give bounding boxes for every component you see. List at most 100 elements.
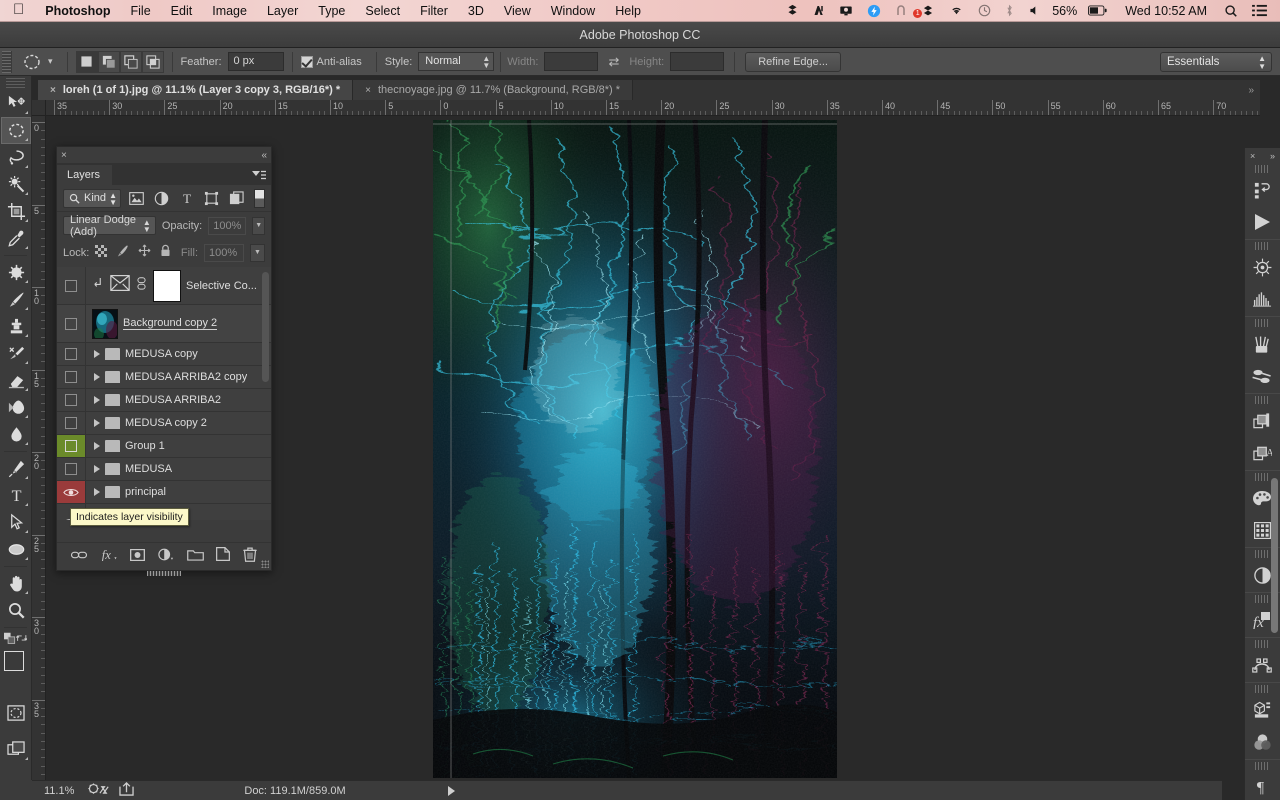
history-icon[interactable] xyxy=(1245,174,1279,206)
dock-group-grip[interactable] xyxy=(1255,165,1270,173)
new-adjustment-layer-icon[interactable] xyxy=(158,548,174,566)
menu-image[interactable]: Image xyxy=(202,0,257,22)
layer-row-selective-color[interactable]: Selective Co... xyxy=(57,267,271,305)
dock-group-grip[interactable] xyxy=(1255,762,1270,770)
character-styles-icon[interactable]: A xyxy=(1245,437,1279,469)
fill-slider-arrow[interactable]: ▼ xyxy=(250,243,265,262)
menu-file[interactable]: File xyxy=(121,0,161,22)
vpn-icon[interactable] xyxy=(888,4,914,17)
anti-alias-checkbox-group[interactable]: Anti-alias xyxy=(300,55,368,68)
visibility-checkbox[interactable] xyxy=(65,463,77,475)
workspace-switcher[interactable]: Essentials ▲ ▼ xyxy=(1160,51,1272,72)
3d-icon[interactable] xyxy=(1245,694,1279,726)
layer-visibility-toggle[interactable] xyxy=(57,343,86,365)
gradient-tool[interactable] xyxy=(1,394,31,421)
dropbox-icon[interactable] xyxy=(779,4,806,17)
menu-view[interactable]: View xyxy=(494,0,541,22)
dock-group-grip[interactable] xyxy=(1255,595,1270,603)
layer-name[interactable]: MEDUSA ARRIBA2 copy xyxy=(125,371,247,383)
link-mask-icon[interactable] xyxy=(137,276,146,295)
delete-layer-icon[interactable] xyxy=(243,547,257,567)
adjustment-filter-icon[interactable] xyxy=(152,189,171,208)
menu-help[interactable]: Help xyxy=(605,0,651,22)
layer-name[interactable]: MEDUSA copy 2 xyxy=(125,417,207,429)
swap-colors-icon[interactable] xyxy=(15,632,28,644)
layer-name[interactable]: principal xyxy=(125,486,166,498)
layer-visibility-toggle[interactable] xyxy=(57,305,86,342)
vertical-ruler[interactable]: 0 5 10 15 20 25 30 35 xyxy=(32,116,46,780)
wifi-icon[interactable] xyxy=(942,4,971,17)
clone-stamp-tool[interactable] xyxy=(1,313,31,340)
close-icon[interactable]: × xyxy=(61,150,67,161)
timemachine-icon[interactable] xyxy=(971,4,998,17)
dropbox-badge-icon[interactable]: 1 xyxy=(913,4,942,18)
horizontal-ruler[interactable]: 35 30 25 20 15 10 5 0 5 10 15 20 25 30 35 40 45 50 55 60 65 7… xyxy=(46,100,1260,116)
opacity-input[interactable]: 100% xyxy=(208,216,247,235)
dock-group-grip[interactable] xyxy=(1255,685,1270,693)
visibility-checkbox[interactable] xyxy=(65,440,77,452)
height-input[interactable] xyxy=(670,52,725,71)
options-bar-grip[interactable] xyxy=(2,50,12,73)
type-tool[interactable]: T xyxy=(1,482,31,509)
lock-image-pixels-icon[interactable] xyxy=(116,244,129,262)
dock-group-grip[interactable] xyxy=(1255,396,1270,404)
edit-in-quick-mask-mode[interactable] xyxy=(1,699,31,726)
change-screen-mode[interactable] xyxy=(1,736,31,763)
layer-name[interactable]: Background copy 2 xyxy=(123,317,218,330)
status-menu-arrow[interactable] xyxy=(447,785,455,796)
layer-list[interactable]: Selective Co... Background copy 2 MEDUSA… xyxy=(57,267,271,520)
menu-window[interactable]: Window xyxy=(541,0,605,22)
brush-presets-icon[interactable] xyxy=(1245,328,1279,360)
layer-row-group-1[interactable]: Group 1 xyxy=(57,435,271,458)
chevron-down-icon[interactable]: ▾ xyxy=(48,56,53,67)
document-image[interactable] xyxy=(433,120,837,778)
visibility-checkbox[interactable] xyxy=(65,317,77,330)
crop-tool[interactable] xyxy=(1,198,31,225)
panel-bottom-grip[interactable] xyxy=(147,571,181,576)
flash-icon[interactable] xyxy=(860,4,888,18)
lock-all-icon[interactable] xyxy=(160,244,171,262)
share-icon[interactable] xyxy=(119,782,135,799)
tab-loreh[interactable]: × loreh (1 of 1).jpg @ 11.1% (Layer 3 co… xyxy=(38,80,354,100)
paragraph-icon[interactable]: ¶ xyxy=(1245,771,1279,800)
lock-transparent-pixels-icon[interactable] xyxy=(95,244,108,262)
shape-filter-icon[interactable] xyxy=(202,189,221,208)
brush-tool[interactable] xyxy=(1,286,31,313)
group-disclosure-icon[interactable] xyxy=(94,373,100,381)
new-group-icon[interactable] xyxy=(186,548,204,566)
selective-color-adjustment-icon[interactable] xyxy=(110,275,130,296)
path-selection-tool[interactable] xyxy=(1,509,31,536)
filter-toggle[interactable] xyxy=(254,188,265,208)
volume-icon[interactable] xyxy=(1021,4,1048,17)
eye-icon[interactable] xyxy=(63,487,79,498)
tab-overflow-button[interactable]: » xyxy=(1242,80,1260,100)
layer-visibility-toggle[interactable] xyxy=(57,435,86,457)
layer-visibility-toggle[interactable] xyxy=(57,481,86,503)
spot-healing-brush-tool[interactable] xyxy=(1,259,31,286)
layers-scrollbar[interactable] xyxy=(262,272,269,382)
layer-visibility-toggle[interactable] xyxy=(57,389,86,411)
search-icon[interactable] xyxy=(1217,4,1245,18)
layer-row-medusa-copy-2[interactable]: MEDUSA copy 2 xyxy=(57,412,271,435)
intersect-selection-button[interactable] xyxy=(141,50,164,73)
panel-menu-icon[interactable] xyxy=(252,168,266,186)
collapse-icon[interactable]: « xyxy=(261,150,267,161)
add-layer-style-icon[interactable]: fx xyxy=(100,548,118,566)
tab-thecnoyage[interactable]: × thecnoyage.jpg @ 11.7% (Background, RG… xyxy=(353,80,634,100)
link-layers-icon[interactable] xyxy=(71,548,88,566)
layer-visibility-toggle[interactable] xyxy=(57,458,86,480)
layer-name[interactable]: MEDUSA xyxy=(125,463,172,475)
lock-position-icon[interactable] xyxy=(138,244,151,262)
opacity-slider-arrow[interactable]: ▼ xyxy=(252,216,265,235)
close-icon[interactable]: × xyxy=(1250,151,1255,161)
tool-preset-picker[interactable]: ▾ xyxy=(16,52,59,72)
subtract-from-selection-button[interactable] xyxy=(119,50,142,73)
layer-visibility-toggle[interactable] xyxy=(57,366,86,388)
group-disclosure-icon[interactable] xyxy=(94,488,100,496)
anti-alias-checkbox[interactable] xyxy=(300,55,313,68)
menu-3d[interactable]: 3D xyxy=(458,0,494,22)
actions-icon[interactable] xyxy=(1245,206,1279,238)
group-disclosure-icon[interactable] xyxy=(94,442,100,450)
layer-row-medusa-arriba2[interactable]: MEDUSA ARRIBA2 xyxy=(57,389,271,412)
feather-input[interactable]: 0 px xyxy=(227,52,284,71)
